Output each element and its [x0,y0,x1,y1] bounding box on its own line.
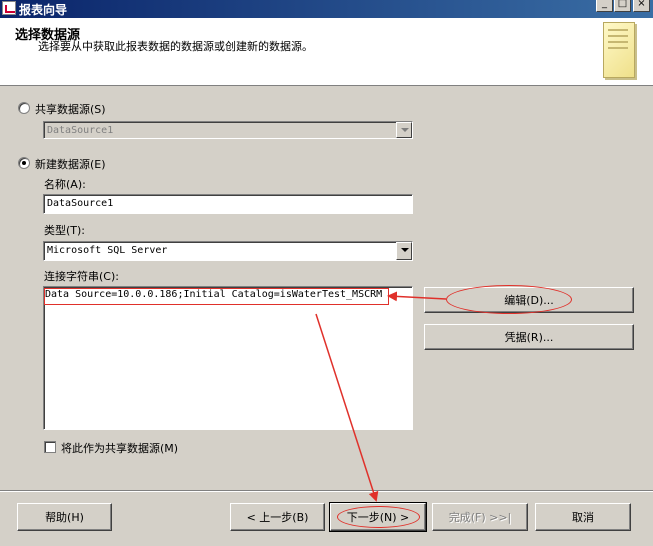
wizard-header: 选择数据源 选择要从中获取此报表数据的数据源或创建新的数据源。 [0,18,653,86]
shared-source-label: 共享数据源(S) [35,103,106,116]
report-document-icon [603,22,635,78]
help-button[interactable]: 帮助(H) [17,503,112,531]
name-label: 名称(A): [44,178,86,191]
make-shared-label: 将此作为共享数据源(M) [61,442,179,455]
new-source-radio[interactable] [18,157,30,169]
shared-source-radio[interactable] [18,102,30,114]
app-icon [2,1,16,15]
cancel-button[interactable]: 取消 [535,503,631,531]
name-input[interactable]: DataSource1 [43,194,413,214]
make-shared-checkbox[interactable] [44,441,56,453]
maximize-button[interactable]: □ [614,0,631,12]
minimize-button[interactable]: _ [596,0,613,12]
credentials-button[interactable]: 凭据(R)... [424,324,634,350]
connection-string-textarea[interactable]: Data Source=10.0.0.186;Initial Catalog=i… [43,286,413,430]
type-dropdown-arrow-icon[interactable] [396,242,412,260]
edit-button-highlight [446,285,572,314]
next-button-highlight [337,506,420,528]
back-button[interactable]: < 上一步(B) [230,503,325,531]
shared-source-dropdown[interactable]: DataSource1 [43,121,413,139]
shared-dropdown-arrow-icon[interactable] [396,122,412,138]
finish-button: 完成(F) >>| [432,503,528,531]
type-label: 类型(T): [44,224,86,237]
connection-string-highlight [44,288,389,305]
page-subtitle: 选择要从中获取此报表数据的数据源或创建新的数据源。 [38,40,313,53]
close-button[interactable]: × [633,0,650,12]
title-bar[interactable] [0,0,653,18]
type-dropdown[interactable]: Microsoft SQL Server [43,241,413,261]
connection-string-label: 连接字符串(C): [44,270,119,283]
window-title: 报表向导 [19,3,68,17]
footer-separator [0,490,653,492]
new-source-label: 新建数据源(E) [35,158,106,171]
